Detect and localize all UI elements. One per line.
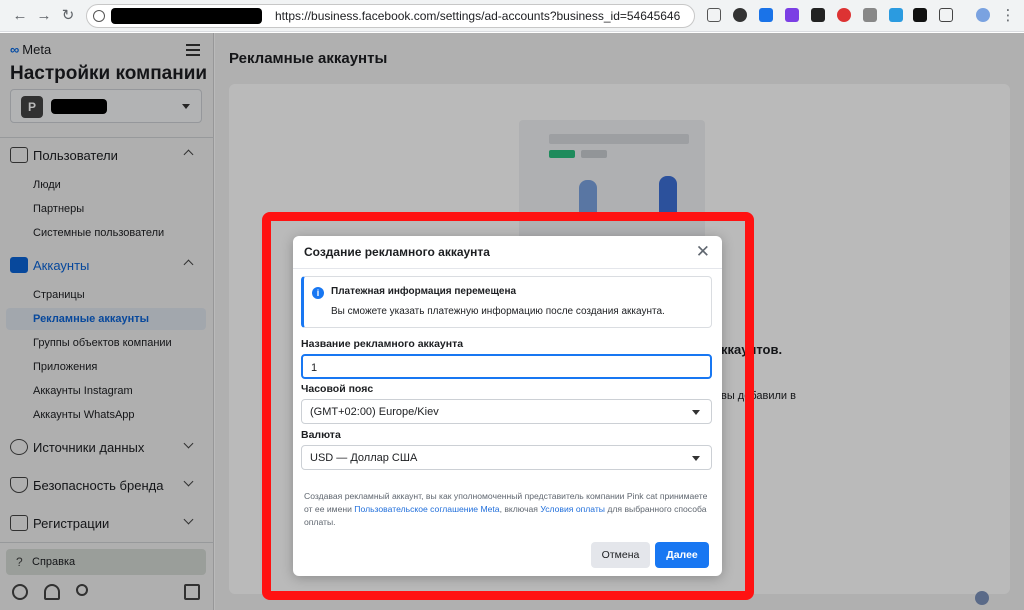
- extension-icon[interactable]: [811, 8, 825, 22]
- create-ad-account-dialog: Создание рекламного аккаунта ✕ i Платежн…: [293, 236, 722, 576]
- forward-icon[interactable]: →: [34, 6, 54, 26]
- currency-select[interactable]: USD — Доллар США: [301, 445, 712, 470]
- account-name-label: Название рекламного аккаунта: [301, 338, 464, 350]
- account-name-value: 1: [311, 362, 318, 374]
- timezone-select[interactable]: (GMT+02:00) Europe/Kiev: [301, 399, 712, 424]
- notice-text: Вы сможете указать платежную информацию …: [331, 306, 665, 317]
- chevron-down-icon: [692, 410, 700, 415]
- reload-icon[interactable]: ↻: [58, 6, 78, 26]
- meta-terms-link[interactable]: Пользовательское соглашение Meta: [354, 504, 499, 514]
- redacted-block: [111, 8, 262, 24]
- address-bar[interactable]: https://business.facebook.com/settings/a…: [86, 4, 695, 28]
- url-text: https://business.facebook.com/settings/a…: [275, 9, 681, 23]
- site-info-icon[interactable]: [93, 10, 105, 22]
- payment-terms-link[interactable]: Условия оплаты: [540, 504, 605, 514]
- timezone-label: Часовой пояс: [301, 383, 374, 395]
- legal-text: Создавая рекламный аккаунт, вы как уполн…: [304, 491, 708, 527]
- currency-value: USD — Доллар США: [310, 452, 418, 464]
- cookie-icon[interactable]: [733, 8, 747, 22]
- account-name-input[interactable]: 1: [301, 354, 712, 379]
- kebab-menu-icon[interactable]: ⋮: [998, 6, 1018, 26]
- extension-icon[interactable]: [759, 8, 773, 22]
- back-icon[interactable]: ←: [10, 6, 30, 26]
- extension-icon[interactable]: [785, 8, 799, 22]
- extension-icon[interactable]: [889, 8, 903, 22]
- notice-title: Платежная информация перемещена: [331, 286, 517, 297]
- puzzle-icon[interactable]: [939, 8, 953, 22]
- extension-icon[interactable]: [837, 8, 851, 22]
- globe-icon[interactable]: [975, 591, 989, 605]
- next-button[interactable]: Далее: [655, 542, 709, 568]
- extension-icon[interactable]: [913, 8, 927, 22]
- info-icon: i: [312, 287, 324, 299]
- extension-icon[interactable]: [863, 8, 877, 22]
- divider: [293, 268, 722, 269]
- chevron-down-icon: [692, 456, 700, 461]
- currency-label: Валюта: [301, 429, 341, 441]
- camera-icon[interactable]: [707, 8, 721, 22]
- close-icon[interactable]: ✕: [696, 242, 710, 262]
- cancel-button[interactable]: Отмена: [591, 542, 650, 568]
- dialog-title: Создание рекламного аккаунта: [304, 245, 490, 259]
- browser-toolbar: ← → ↻ https://business.facebook.com/sett…: [0, 0, 1024, 32]
- payment-info-notice: i Платежная информация перемещена Вы смо…: [301, 276, 712, 328]
- timezone-value: (GMT+02:00) Europe/Kiev: [310, 406, 439, 418]
- profile-icon[interactable]: [976, 8, 990, 22]
